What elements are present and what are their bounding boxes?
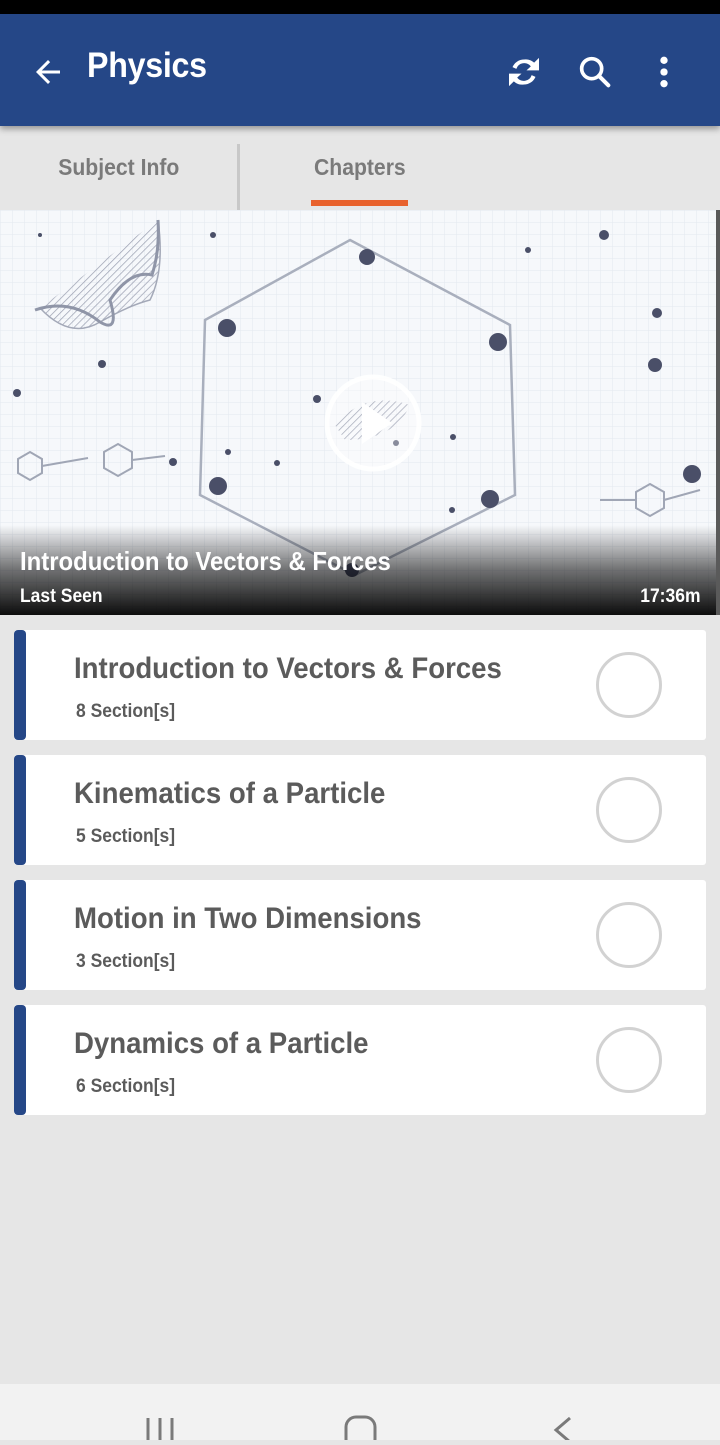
system-navigation-bar bbox=[0, 1384, 720, 1445]
chapter-section-count: 3 Section[s] bbox=[76, 951, 176, 972]
back-button[interactable] bbox=[26, 50, 70, 94]
video-title: Introduction to Vectors & Forces bbox=[20, 546, 391, 576]
chapter-accent-bar bbox=[14, 880, 26, 990]
system-back-button[interactable] bbox=[522, 1384, 602, 1444]
chapter-card[interactable]: Kinematics of a Particle 5 Section[s] bbox=[14, 755, 706, 865]
chapter-section-count: 5 Section[s] bbox=[76, 826, 176, 847]
arrow-left-icon bbox=[36, 60, 60, 84]
last-seen-video[interactable]: Introduction to Vectors & Forces Last Se… bbox=[0, 210, 716, 615]
chapter-accent-bar bbox=[14, 755, 26, 865]
chapter-progress-circle-icon[interactable] bbox=[596, 902, 662, 968]
video-duration: 17:36m bbox=[639, 586, 700, 607]
scroll-edge bbox=[716, 210, 720, 615]
more-options-button[interactable] bbox=[640, 48, 688, 96]
play-icon bbox=[324, 374, 422, 472]
last-seen-label: Last Seen bbox=[20, 586, 103, 607]
home-button[interactable] bbox=[320, 1384, 400, 1445]
page-title: Physics bbox=[87, 46, 207, 85]
chapter-section-count: 8 Section[s] bbox=[76, 701, 176, 722]
tab-label: Chapters bbox=[314, 153, 406, 180]
chapter-accent-bar bbox=[14, 1005, 26, 1115]
search-button[interactable] bbox=[571, 48, 619, 96]
refresh-icon bbox=[509, 57, 539, 87]
tab-subject-info[interactable]: Subject Info bbox=[0, 126, 237, 210]
chapter-progress-circle-icon[interactable] bbox=[596, 1027, 662, 1093]
tab-label: Subject Info bbox=[57, 153, 180, 180]
refresh-button[interactable] bbox=[500, 48, 548, 96]
chapter-progress-circle-icon[interactable] bbox=[596, 777, 662, 843]
back-chevron-icon bbox=[553, 1416, 571, 1444]
recents-button[interactable] bbox=[120, 1384, 200, 1440]
chapter-accent-bar bbox=[14, 630, 26, 740]
chapter-section-count: 6 Section[s] bbox=[76, 1076, 176, 1097]
search-icon bbox=[579, 56, 611, 88]
chapter-progress-circle-icon[interactable] bbox=[596, 652, 662, 718]
chapter-card[interactable]: Introduction to Vectors & Forces 8 Secti… bbox=[14, 630, 706, 740]
chapter-title: Introduction to Vectors & Forces bbox=[74, 652, 502, 685]
chapter-title: Dynamics of a Particle bbox=[74, 1027, 369, 1060]
tab-chapters[interactable]: Chapters bbox=[240, 126, 480, 210]
more-vertical-icon bbox=[660, 56, 668, 88]
home-icon bbox=[344, 1415, 377, 1445]
chapter-card[interactable]: Motion in Two Dimensions 3 Section[s] bbox=[14, 880, 706, 990]
chapter-title: Kinematics of a Particle bbox=[74, 777, 386, 810]
app-bar: Physics bbox=[0, 14, 720, 126]
tab-bar: Subject Info Chapters bbox=[0, 126, 720, 210]
chapter-card[interactable]: Dynamics of a Particle 6 Section[s] bbox=[14, 1005, 706, 1115]
recents-icon bbox=[146, 1418, 174, 1440]
active-tab-indicator bbox=[311, 200, 408, 206]
status-bar bbox=[0, 0, 720, 14]
chapter-title: Motion in Two Dimensions bbox=[74, 902, 422, 935]
chapter-list: Introduction to Vectors & Forces 8 Secti… bbox=[14, 630, 706, 1130]
